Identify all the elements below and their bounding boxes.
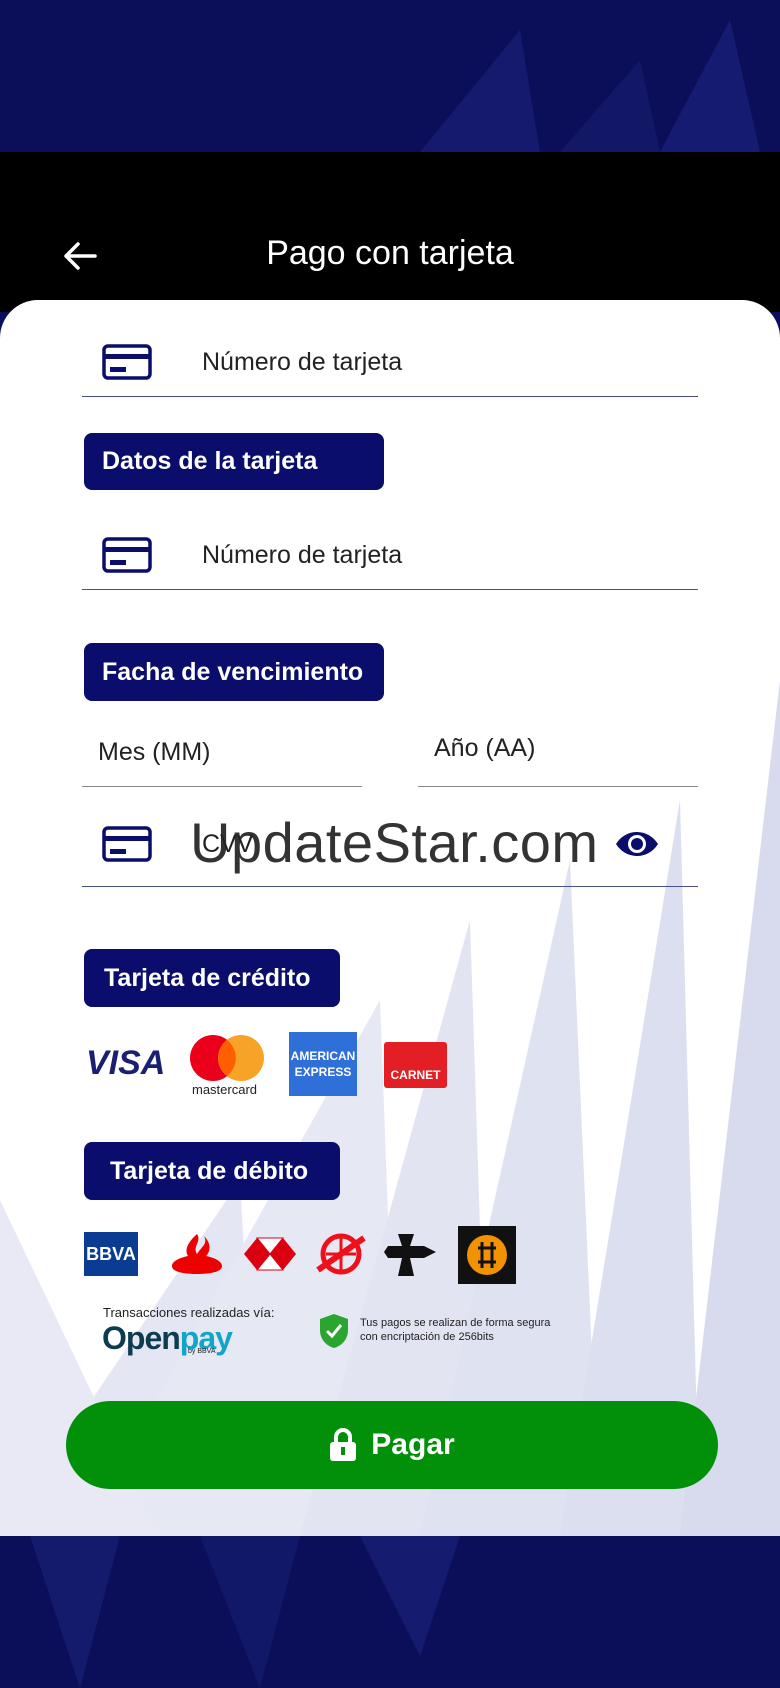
app-header — [0, 152, 780, 312]
amex-logo: AMERICAN EXPRESS — [289, 1032, 357, 1096]
debit-card-title: Tarjeta de débito — [84, 1142, 340, 1200]
bottom-background — [0, 1536, 780, 1688]
top-background-shapes — [420, 20, 760, 152]
watermark-text: UpdateStar.com — [190, 811, 599, 874]
card-number-label: Número de tarjeta — [202, 348, 403, 376]
shield-check-icon — [320, 1314, 348, 1348]
bbva-text: BBVA — [86, 1243, 136, 1264]
scotiabank-globe-icon — [316, 1233, 366, 1275]
year-label: Año (AA) — [434, 734, 536, 762]
page-title: Pago con tarjeta — [266, 234, 514, 272]
openpay-logo-open: Open — [102, 1320, 181, 1356]
banorte-cross-icon — [384, 1234, 436, 1276]
year-input[interactable]: Año (AA) — [418, 716, 698, 787]
card-number-label: Número de tarjeta — [202, 541, 403, 569]
pay-button[interactable]: Pagar — [66, 1401, 718, 1489]
mastercard-logo: mastercard — [188, 1034, 266, 1098]
carnet-text: CARNET — [390, 1068, 441, 1082]
month-label: Mes (MM) — [98, 738, 211, 766]
section-expiry: Facha de vencimiento — [84, 643, 384, 701]
hsbc-hexagon-icon — [244, 1237, 296, 1271]
credit-card-icon — [102, 537, 152, 573]
pay-button-label: Pagar — [371, 1428, 455, 1461]
bottom-background-shapes — [30, 1536, 460, 1688]
secure-line-2: con encriptación de 256bits — [360, 1331, 494, 1343]
amex-text-line1: AMERICAN — [290, 1049, 356, 1063]
section-card-data: Datos de la tarjeta — [84, 433, 384, 490]
lock-icon — [330, 1428, 357, 1461]
top-background — [0, 0, 780, 152]
bbva-logo: BBVA — [84, 1232, 138, 1276]
inbursa-emblem-icon — [467, 1235, 507, 1275]
credit-card-icon — [102, 344, 152, 380]
credit-card-icon — [102, 826, 152, 862]
openpay-caption: Transacciones realizadas vía: — [103, 1305, 275, 1320]
mastercard-text: mastercard — [192, 1082, 258, 1097]
secure-line-1: Tus pagos se realizan de forma segura — [360, 1317, 551, 1329]
secure-payment-text: Tus pagos se realizan de forma segura co… — [360, 1316, 550, 1344]
amex-text-line2: EXPRESS — [294, 1065, 352, 1079]
inbursa-logo — [458, 1226, 516, 1284]
visa-logo: VISA — [86, 1044, 166, 1082]
carnet-logo: CARNET — [384, 1042, 447, 1088]
card-number-input-top[interactable]: Número de tarjeta — [82, 326, 698, 397]
openpay-by: by BBVA — [188, 1348, 216, 1355]
month-input[interactable]: Mes (MM) — [82, 716, 362, 787]
credit-card-title: Tarjeta de crédito — [84, 949, 340, 1007]
santander-flame-icon — [172, 1234, 222, 1274]
eye-icon[interactable] — [614, 824, 660, 864]
mastercard-circles-icon — [190, 1035, 264, 1081]
card-number-input[interactable]: Número de tarjeta — [82, 519, 698, 590]
